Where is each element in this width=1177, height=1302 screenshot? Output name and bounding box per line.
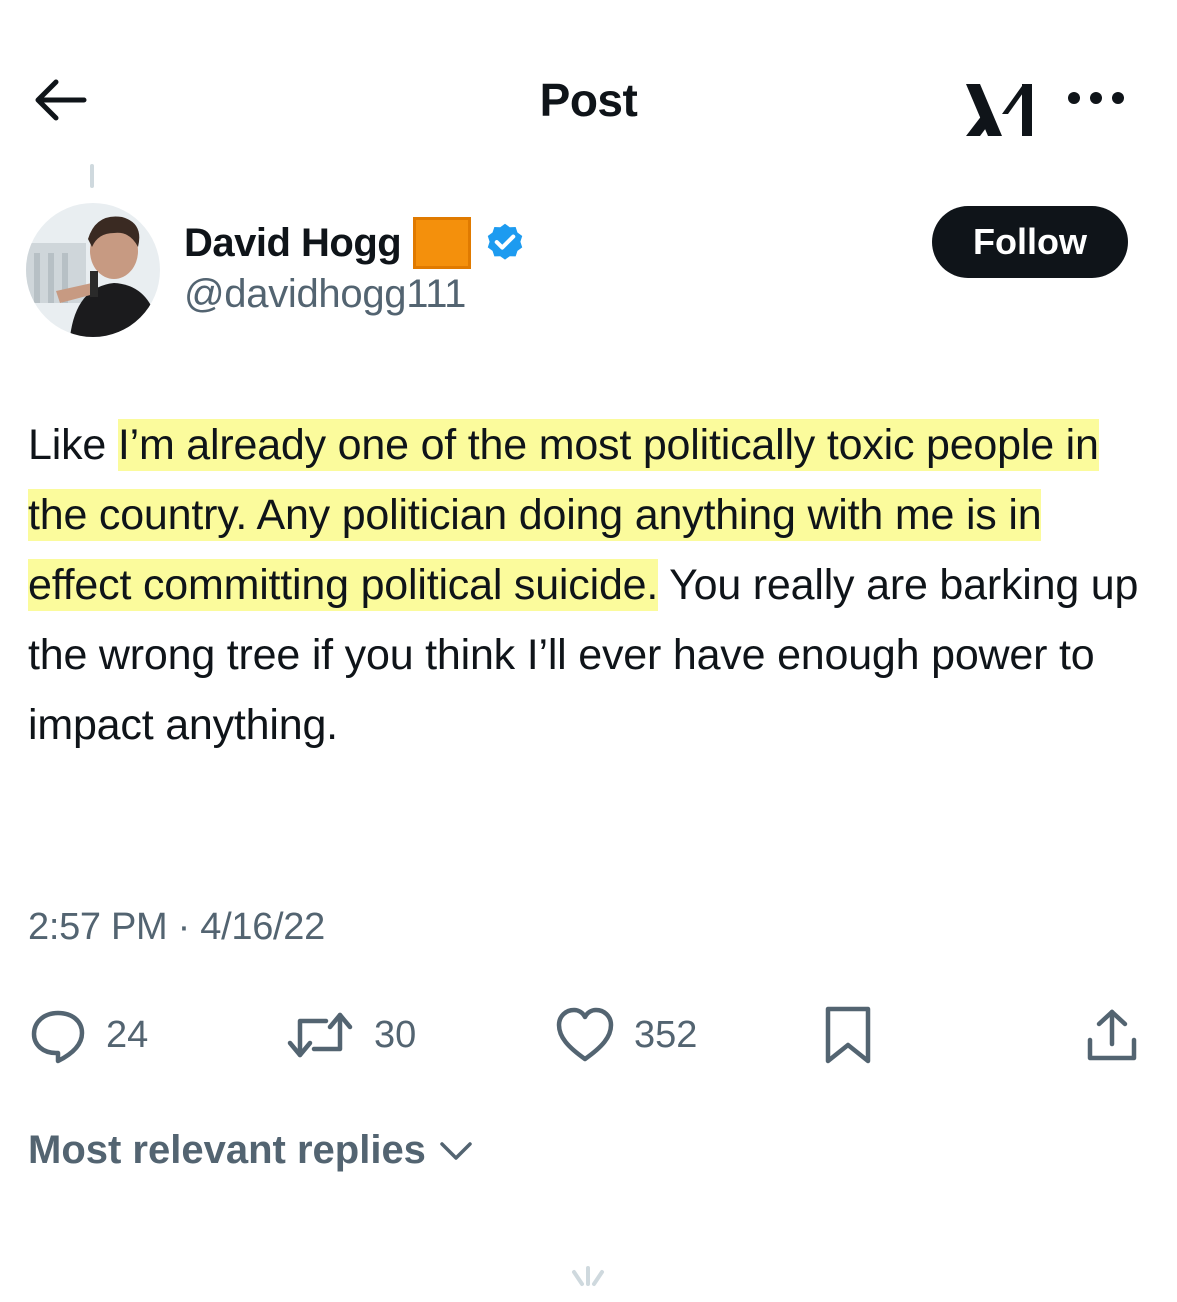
verified-badge-icon	[488, 223, 523, 260]
share-icon	[1087, 1009, 1137, 1061]
tweet-text: Like I’m already one of the most politic…	[28, 410, 1153, 760]
follow-button[interactable]: Follow	[932, 206, 1128, 278]
tweet-text-start: Like	[28, 421, 118, 469]
loading-spinner-icon	[572, 1266, 604, 1286]
like-count: 352	[634, 1013, 698, 1056]
repost-button[interactable]: 30	[284, 1000, 416, 1070]
repost-icon	[287, 1012, 353, 1058]
reply-button[interactable]: 24	[28, 1000, 148, 1070]
grok-button[interactable]	[962, 80, 1038, 140]
chevron-down-icon	[440, 1141, 472, 1160]
replies-sort-dropdown[interactable]: Most relevant replies	[28, 1128, 476, 1173]
replies-sort-label: Most relevant replies	[28, 1128, 426, 1172]
author-display-name: David Hogg	[184, 220, 402, 265]
orange-square-emoji-icon	[413, 217, 472, 269]
repost-count: 30	[374, 1013, 417, 1056]
more-horizontal-icon	[1068, 92, 1124, 104]
reply-count: 24	[106, 1013, 149, 1056]
avatar[interactable]	[26, 203, 160, 337]
author-handle[interactable]: @davidhogg111	[184, 272, 466, 317]
bookmark-icon	[825, 1006, 871, 1064]
top-bar: Post	[0, 0, 1177, 180]
author-display-name-row[interactable]: David Hogg	[184, 214, 527, 272]
tweet-timestamp[interactable]: 2:57 PM · 4/16/22	[28, 906, 325, 949]
share-button[interactable]	[1082, 1000, 1142, 1070]
action-bar: 24 30 352	[0, 1000, 1177, 1070]
thread-connector-line	[90, 164, 94, 188]
grok-icon	[966, 84, 1032, 136]
bookmark-button[interactable]	[822, 1000, 874, 1070]
like-button[interactable]: 352	[554, 1000, 697, 1070]
more-options-button[interactable]	[1060, 78, 1132, 118]
reply-bubble-icon	[31, 1010, 85, 1064]
heart-icon	[556, 1007, 614, 1062]
